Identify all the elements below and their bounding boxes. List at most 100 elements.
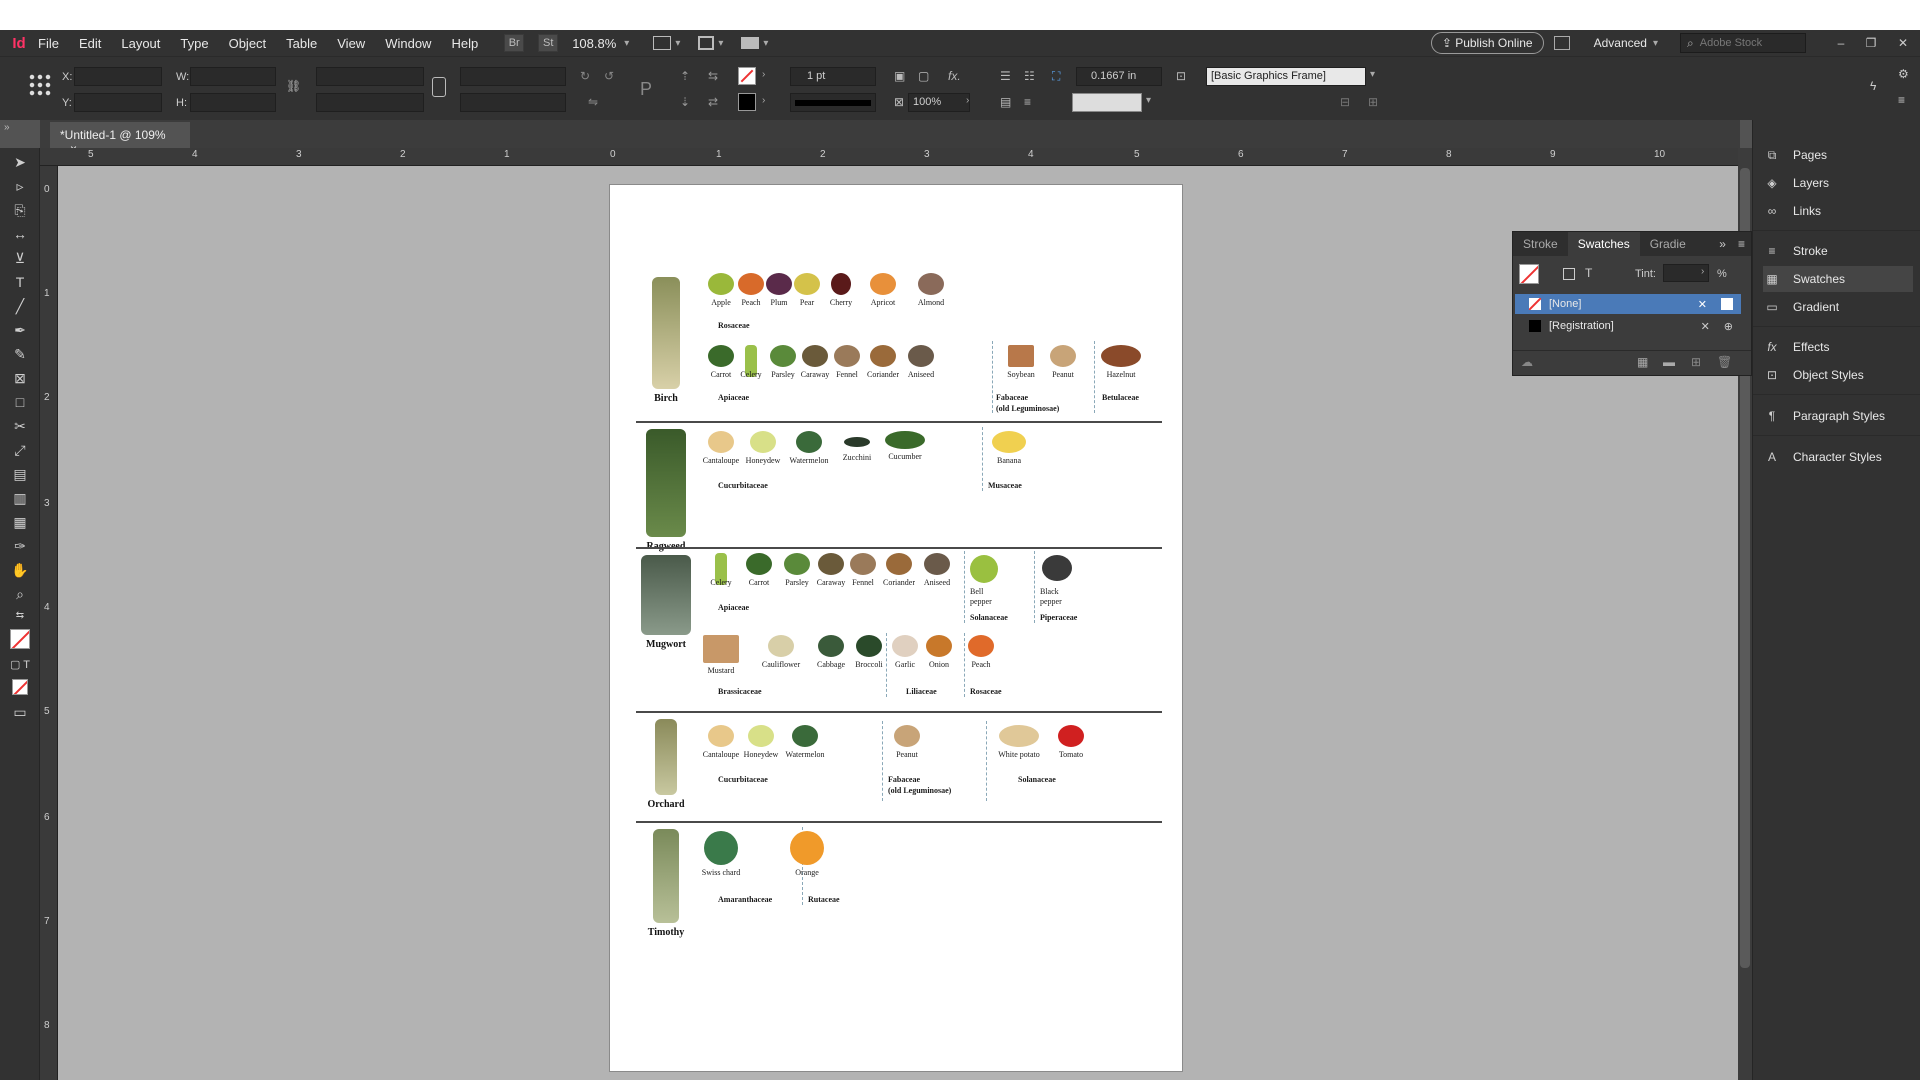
publish-online-button[interactable]: ⇪ Publish Online xyxy=(1430,32,1544,54)
align-left-icon[interactable]: ☰ xyxy=(1000,69,1011,83)
stroke-weight-field[interactable]: 1 pt xyxy=(790,67,876,86)
direct-selection-tool-icon[interactable]: ▹ xyxy=(0,174,40,198)
new-color-group-icon[interactable]: ▬ xyxy=(1663,355,1675,369)
panel-paragraph-styles[interactable]: ¶ Paragraph Styles xyxy=(1763,403,1913,429)
chevron-down-icon[interactable]: ▾ xyxy=(763,38,768,49)
selection-tool-icon[interactable]: ➤ xyxy=(0,150,40,174)
chevron-down-icon[interactable]: ▾ xyxy=(1146,95,1151,106)
reference-point-icon[interactable] xyxy=(28,73,52,97)
object-style-select[interactable]: [Basic Graphics Frame] xyxy=(1206,67,1366,86)
publish-options-icon[interactable] xyxy=(1553,36,1570,50)
gradient-feather-tool-icon[interactable]: ▥ xyxy=(0,486,40,510)
panel-gradient[interactable]: ▭ Gradient xyxy=(1763,294,1913,320)
text-wrap-icon[interactable]: ▤ xyxy=(1000,95,1011,109)
flip-horizontal-icon[interactable]: ⇋ xyxy=(588,95,598,109)
panel-pages[interactable]: ⧉ Pages xyxy=(1763,142,1913,168)
cloud-library-icon[interactable]: ☁ xyxy=(1521,355,1533,369)
default-fill-stroke-icon[interactable]: ⇆ xyxy=(0,606,40,624)
scissors-tool-icon[interactable]: ✂ xyxy=(0,414,40,438)
hand-tool-icon[interactable]: ✋ xyxy=(0,558,40,582)
scale-y-field[interactable] xyxy=(316,93,424,112)
y-field[interactable] xyxy=(74,93,162,112)
panel-links[interactable]: ∞ Links xyxy=(1763,198,1913,224)
menu-type[interactable]: Type xyxy=(180,36,208,51)
menu-layout[interactable]: Layout xyxy=(121,36,160,51)
align-right-icon[interactable]: ☷ xyxy=(1024,69,1035,83)
opacity-field[interactable]: 100% xyxy=(908,93,970,112)
chevron-down-icon[interactable]: ▾ xyxy=(624,38,629,49)
panel-menu-icon[interactable]: ≡ xyxy=(1732,237,1751,251)
clear-overrides-icon[interactable]: ⊟ xyxy=(1340,95,1350,109)
panel-effects[interactable]: fx Effects xyxy=(1763,334,1913,360)
formatting-container-icon[interactable]: ▢ T xyxy=(0,654,40,674)
rotate-ccw-icon[interactable]: ↺ xyxy=(604,69,614,83)
panel-expand-icon[interactable]: » xyxy=(1713,237,1732,251)
drop-shadow-icon[interactable]: ▢ xyxy=(918,69,929,83)
delete-swatch-icon[interactable]: 🗑 xyxy=(1717,355,1732,369)
rectangle-frame-tool-icon[interactable]: ⊠ xyxy=(0,366,40,390)
fill-none-swatch-icon[interactable] xyxy=(738,67,756,85)
panel-collapse-icon[interactable]: » xyxy=(4,122,10,133)
tab-stroke[interactable]: Stroke xyxy=(1513,237,1568,251)
swatch-row-none[interactable]: [None] ✕ xyxy=(1515,294,1741,314)
x-field[interactable] xyxy=(74,67,162,86)
menu-table[interactable]: Table xyxy=(286,36,317,51)
stock-button[interactable]: St xyxy=(538,34,559,52)
show-kinds-icon[interactable]: ▦ xyxy=(1637,355,1648,369)
restore-icon[interactable]: ❐ xyxy=(1856,36,1886,50)
direction-icon[interactable]: P xyxy=(640,79,652,100)
free-transform-tool-icon[interactable]: ⤢ xyxy=(0,438,40,462)
line-tool-icon[interactable]: ╱ xyxy=(0,294,40,318)
tab-swatches[interactable]: Swatches xyxy=(1567,232,1640,256)
pencil-tool-icon[interactable]: ✎ xyxy=(0,342,40,366)
chevron-down-icon[interactable]: ▾ xyxy=(1370,69,1375,80)
apply-none-icon[interactable] xyxy=(0,674,40,700)
stroke-swatch-icon[interactable] xyxy=(738,93,756,111)
menu-window[interactable]: Window xyxy=(385,36,431,51)
panel-layers[interactable]: ◈ Layers xyxy=(1763,170,1913,196)
stock-search[interactable]: ⌕ Adobe Stock xyxy=(1680,33,1806,53)
menu-view[interactable]: View xyxy=(337,36,365,51)
select-content-icon[interactable]: ⇣ xyxy=(680,95,690,109)
text-wrap-jump-icon[interactable]: ≡ xyxy=(1024,95,1031,109)
content-collector-icon[interactable]: ⊻ xyxy=(0,246,40,270)
panel-character-styles[interactable]: A Character Styles xyxy=(1763,444,1913,470)
lightning-icon[interactable]: ϟ xyxy=(1870,79,1876,93)
opacity-icon[interactable]: ⊠ xyxy=(894,95,904,109)
note-tool-icon[interactable]: ▦ xyxy=(0,510,40,534)
chevron-down-icon[interactable]: ▾ xyxy=(675,38,680,49)
chevron-right-icon[interactable]: › xyxy=(1701,266,1704,277)
settings-icon[interactable]: ⚙ xyxy=(1898,67,1909,81)
auto-fit-icon[interactable]: ▣ xyxy=(894,69,905,83)
w-field[interactable] xyxy=(190,67,276,86)
eyedropper-tool-icon[interactable]: ✑ xyxy=(0,534,40,558)
new-swatch-icon[interactable]: ⊞ xyxy=(1691,355,1701,369)
object-style-icon[interactable]: ⊡ xyxy=(1176,69,1186,83)
scale-x-field[interactable] xyxy=(316,67,424,86)
constrain-proportions-icon[interactable]: ⛓ xyxy=(286,79,301,93)
effects-fx-icon[interactable]: fx. xyxy=(948,69,961,83)
stroke-preview[interactable] xyxy=(1072,93,1142,112)
panel-object-styles[interactable]: ⊡ Object Styles xyxy=(1763,362,1913,388)
type-tool-icon[interactable]: T xyxy=(0,270,40,294)
chevron-down-icon[interactable]: ▾ xyxy=(1653,38,1658,49)
panel-stroke[interactable]: ≡ Stroke xyxy=(1763,238,1913,264)
formatting-text-icon[interactable]: T xyxy=(1585,266,1592,280)
chevron-right-icon[interactable]: › xyxy=(762,95,765,106)
tab-gradient[interactable]: Gradie xyxy=(1640,237,1696,251)
rotate-icon[interactable]: ↻ xyxy=(580,69,590,83)
rectangle-tool-icon[interactable]: □ xyxy=(0,390,40,414)
menu-edit[interactable]: Edit xyxy=(79,36,101,51)
select-container-icon[interactable]: ⇡ xyxy=(680,69,690,83)
screen-mode-icon[interactable] xyxy=(698,36,715,50)
zoom-level[interactable]: 108.8% xyxy=(572,36,616,51)
select-next-icon[interactable]: ⇄ xyxy=(708,95,718,109)
offset-field[interactable]: 0.1667 in xyxy=(1076,67,1162,86)
constrain-scale-icon[interactable] xyxy=(432,77,446,97)
rotation-field[interactable] xyxy=(460,67,566,86)
menu-help[interactable]: Help xyxy=(451,36,478,51)
h-field[interactable] xyxy=(190,93,276,112)
document-tab[interactable]: *Untitled-1 @ 109% × xyxy=(50,122,190,156)
page-tool-icon[interactable]: ⎘ xyxy=(0,198,40,222)
document-page[interactable]: Birch Apple Peach Plum Pear Cherry Apric… xyxy=(609,184,1183,1072)
